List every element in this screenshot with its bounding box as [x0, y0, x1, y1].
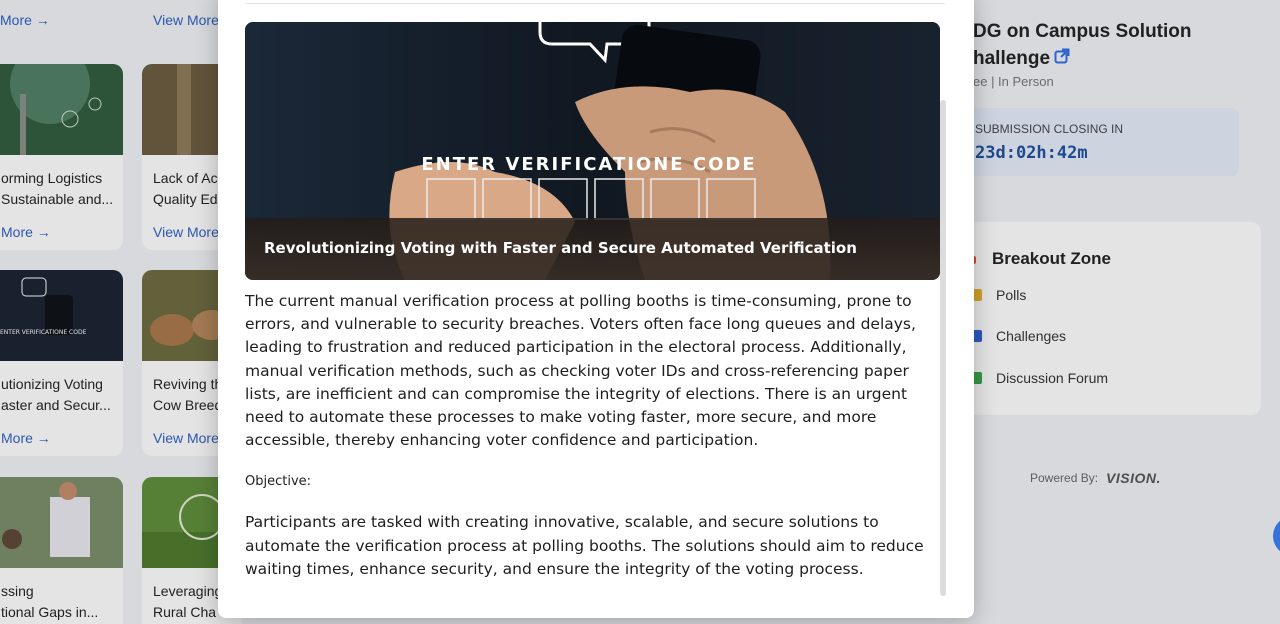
- modal-content[interactable]: ENTER VERIFICATIONE CODE Revolutionizing…: [245, 22, 945, 602]
- challenge-hero-image: ENTER VERIFICATIONE CODE Revolutionizing…: [245, 22, 940, 280]
- challenge-detail-modal: ENTER VERIFICATIONE CODE Revolutionizing…: [218, 0, 974, 618]
- hero-overlay-text: ENTER VERIFICATIONE CODE: [421, 154, 757, 175]
- challenge-modal-title: Revolutionizing Voting with Faster and S…: [264, 239, 857, 257]
- modal-divider: [245, 3, 945, 4]
- hero-caption-bar: Revolutionizing Voting with Faster and S…: [245, 218, 940, 280]
- modal-scrollbar[interactable]: [940, 100, 946, 596]
- challenge-description: The current manual verification process …: [245, 292, 916, 450]
- objective-label: Objective:: [245, 474, 312, 490]
- objective-text: Participants are tasked with creating in…: [245, 513, 924, 578]
- modal-scrollbar-thumb[interactable]: [940, 100, 946, 596]
